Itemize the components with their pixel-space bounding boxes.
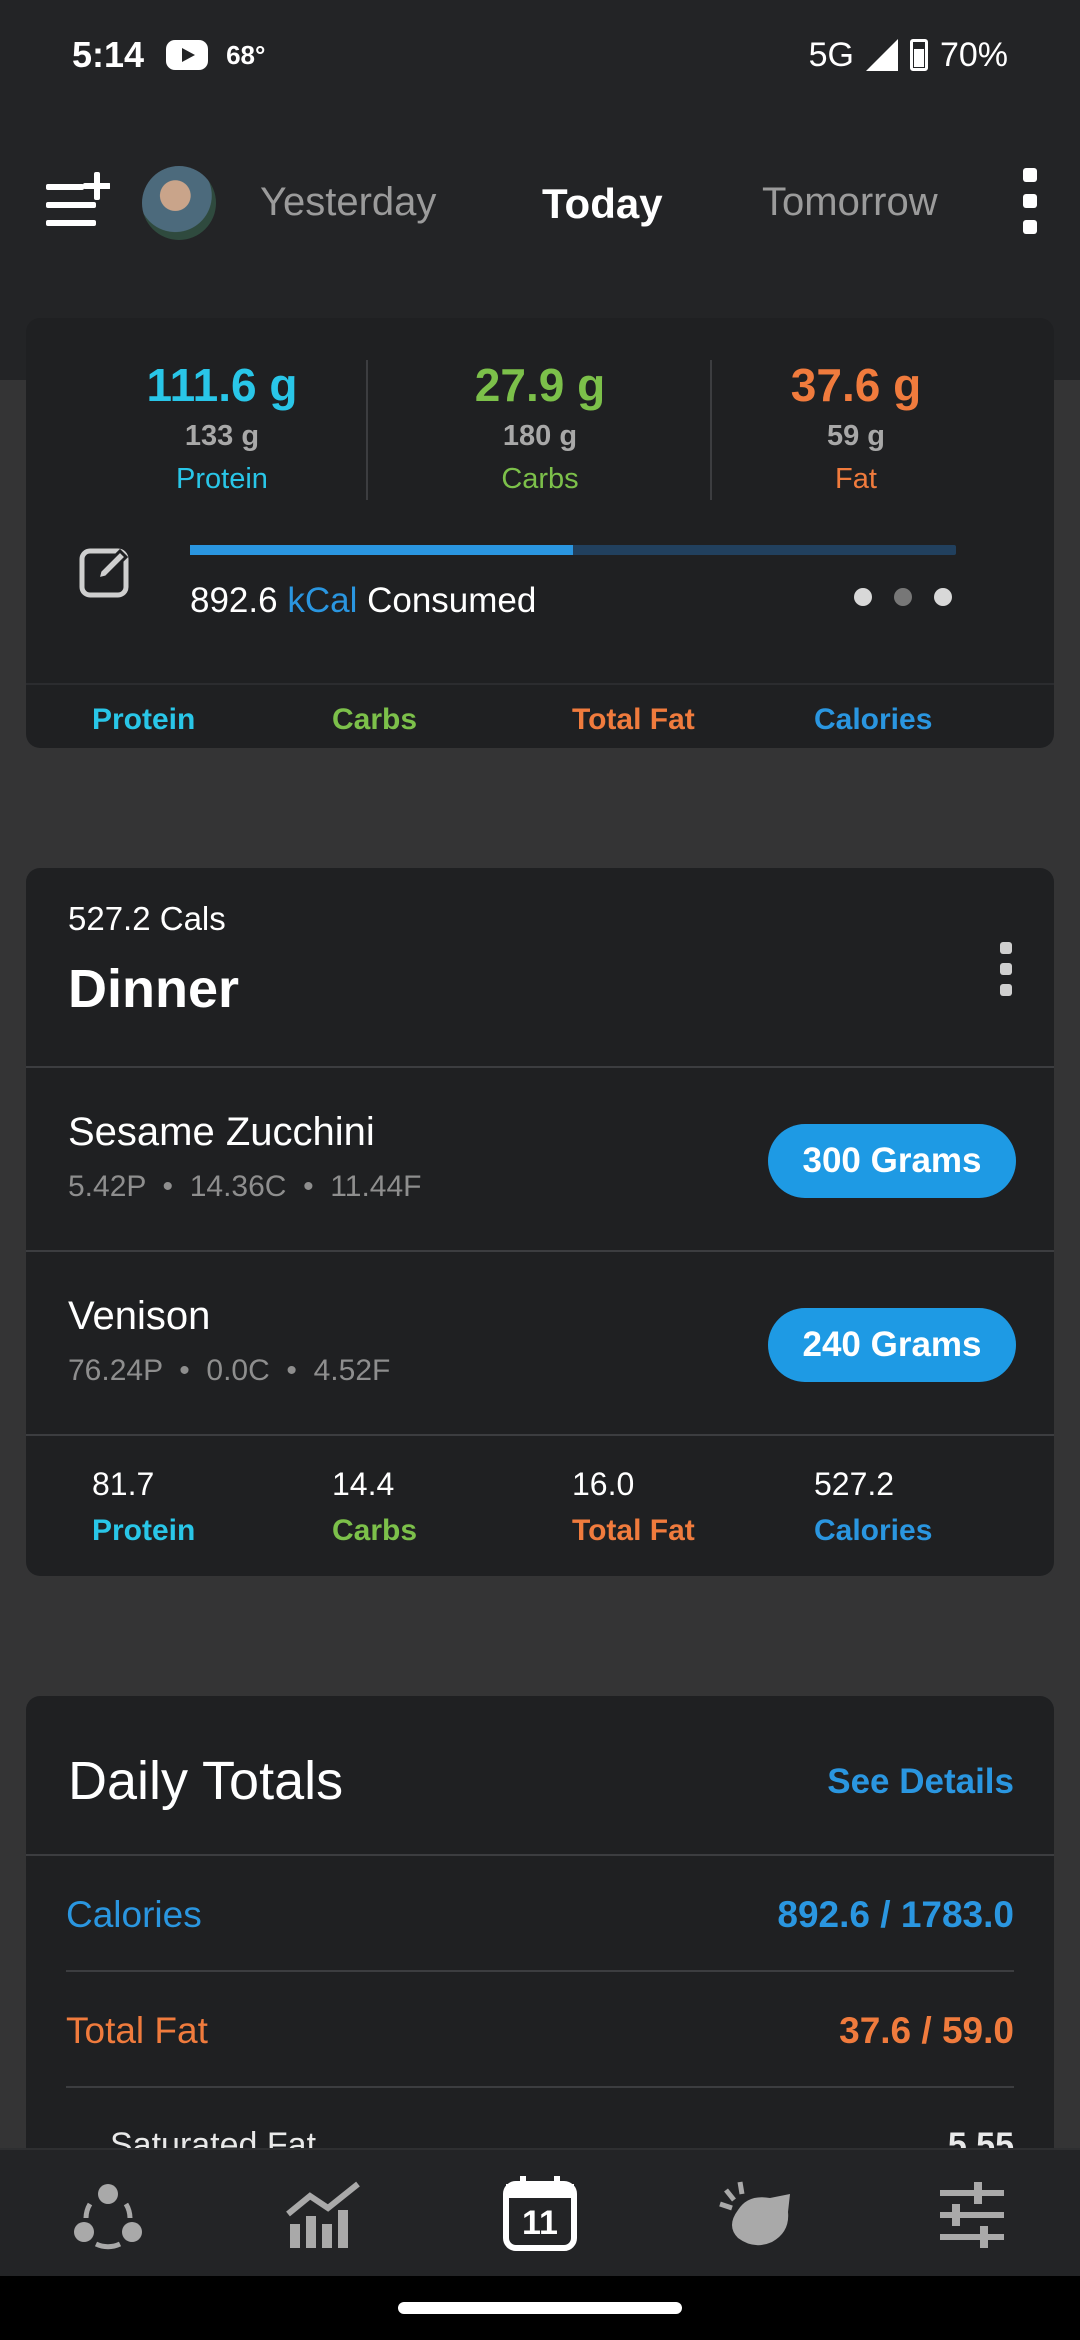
divider (366, 360, 368, 500)
stats-icon[interactable] (286, 2180, 362, 2250)
daily-totals-card: Daily Totals See Details Calories 892.6 … (26, 1696, 1054, 2216)
serving-amount-button[interactable]: 300 Grams (768, 1124, 1016, 1198)
meal-total-calories: 527.2 (814, 1466, 895, 1502)
fat-consumed: 37.6 g (790, 359, 922, 411)
meal-total-carbs: 14.4 (332, 1466, 395, 1502)
fat-summary: 37.6 g 59 g Fat (686, 358, 1026, 496)
food-name: Sesame Zucchini (68, 1110, 375, 1154)
avatar[interactable] (142, 166, 216, 240)
gesture-bar (0, 2276, 1080, 2340)
protein-goal: 133 g (184, 420, 260, 452)
page-indicator[interactable] (854, 588, 952, 606)
kcal-suffix: Consumed (367, 581, 537, 620)
battery-icon (909, 39, 928, 71)
legend-fat: Total Fat (572, 703, 695, 736)
add-list-icon[interactable] (44, 170, 110, 236)
macro-legend: Protein Carbs Total Fat Calories (26, 683, 1054, 745)
signal-icon (865, 39, 898, 71)
legend-calories: Calories (814, 703, 933, 736)
daily-row-label: Total Fat (66, 2010, 208, 2051)
food-fat: 11.44F (330, 1170, 422, 1203)
calorie-progress-bar (190, 545, 956, 555)
home-handle[interactable] (398, 2302, 682, 2314)
carbs-label: Carbs (501, 463, 579, 495)
divider (26, 1434, 1054, 1436)
page-dot (854, 588, 872, 606)
kcal-unit: kCal (287, 581, 358, 620)
macro-summary-card: 111.6 g 133 g Protein 27.9 g 180 g Carbs… (26, 318, 1054, 748)
coach-icon[interactable] (718, 2180, 794, 2250)
calendar-icon[interactable]: 11 (502, 2174, 578, 2252)
protein-summary: 111.6 g 133 g Protein (52, 358, 392, 496)
tab-yesterday[interactable]: Yesterday (260, 180, 436, 225)
meal-total-calories-label: Calories (814, 1514, 933, 1547)
fat-label: Fat (835, 463, 877, 495)
food-fat: 4.52F (313, 1354, 391, 1387)
calories-consumed: 892.6 kCal Consumed (190, 581, 536, 621)
community-icon[interactable] (70, 2180, 146, 2250)
see-details-link[interactable]: See Details (827, 1762, 1014, 1802)
legend-protein: Protein (92, 703, 196, 736)
daily-row-value: 892.6 / 1783.0 (777, 1894, 1014, 1935)
status-temp: 68° (226, 39, 266, 70)
kcal-value: 892.6 (190, 581, 278, 620)
battery-percent: 70% (939, 35, 1008, 74)
page-dot (934, 588, 952, 606)
overflow-menu-icon[interactable] (1020, 168, 1040, 240)
divider (26, 1250, 1054, 1252)
meal-total-fat-label: Total Fat (572, 1514, 695, 1547)
divider (26, 1854, 1054, 1856)
page-dot (894, 588, 912, 606)
youtube-icon (166, 40, 209, 70)
settings-sliders-icon[interactable] (934, 2180, 1010, 2250)
daily-row-value: 37.6 / 59.0 (839, 2010, 1014, 2051)
divider (66, 1970, 1014, 1972)
food-protein: 76.24P (68, 1354, 163, 1387)
food-carbs: 0.0C (206, 1354, 270, 1387)
meal-calories: 527.2 Cals (68, 900, 226, 937)
edit-icon[interactable] (78, 543, 134, 599)
divider (66, 2086, 1014, 2088)
bottom-navigation: 11 (0, 2148, 1080, 2276)
food-protein: 5.42P (68, 1170, 146, 1203)
carbs-goal: 180 g (502, 420, 578, 452)
divider (26, 1066, 1054, 1068)
carbs-consumed: 27.9 g (474, 359, 606, 411)
tab-today[interactable]: Today (542, 180, 663, 228)
daily-row-label: Calories (66, 1894, 202, 1935)
meal-more-icon[interactable] (1000, 942, 1014, 998)
food-name: Venison (68, 1294, 211, 1338)
food-macros: 76.24P • 0.0C • 4.52F (68, 1354, 391, 1387)
status-bar: 5:14 68° 5G 70% (0, 0, 1080, 110)
network-label: 5G (808, 35, 854, 74)
daily-totals-title: Daily Totals (68, 1751, 344, 1811)
calendar-day: 11 (522, 2204, 558, 2242)
tab-tomorrow[interactable]: Tomorrow (762, 180, 938, 225)
serving-amount-button[interactable]: 240 Grams (768, 1308, 1016, 1382)
food-macros: 5.42P • 14.36C • 11.44F (68, 1170, 422, 1203)
meal-card-dinner: 527.2 Cals Dinner Sesame Zucchini 5.42P … (26, 868, 1054, 1576)
status-time: 5:14 (72, 34, 145, 75)
app-bar: Yesterday Today Tomorrow (0, 150, 1080, 260)
meal-total-protein-label: Protein (92, 1514, 196, 1547)
calorie-progress-fill (190, 545, 573, 555)
legend-carbs: Carbs (332, 703, 418, 736)
meal-total-fat: 16.0 (572, 1466, 635, 1502)
food-carbs: 14.36C (189, 1170, 287, 1203)
protein-consumed: 111.6 g (146, 359, 298, 411)
meal-total-carbs-label: Carbs (332, 1514, 418, 1547)
protein-label: Protein (176, 463, 268, 495)
meal-total-protein: 81.7 (92, 1466, 155, 1502)
fat-goal: 59 g (826, 420, 886, 452)
carbs-summary: 27.9 g 180 g Carbs (370, 358, 710, 496)
meal-title[interactable]: Dinner (68, 958, 239, 1020)
